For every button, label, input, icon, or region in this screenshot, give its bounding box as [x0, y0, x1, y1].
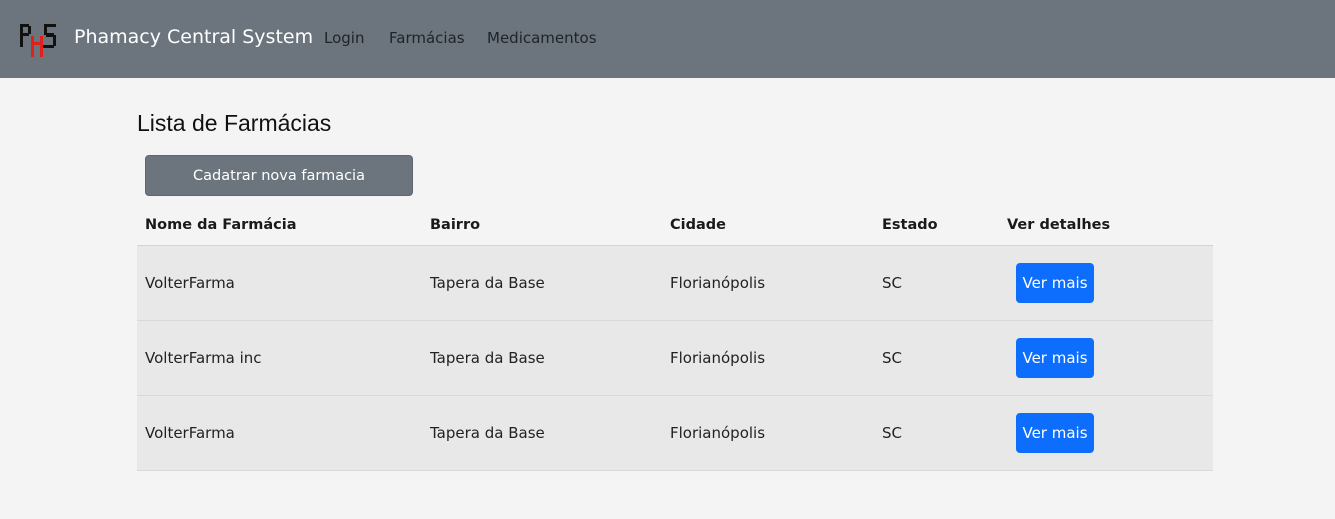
pharmacy-table: Nome da Farmácia Bairro Cidade Estado Ve… — [137, 205, 1213, 471]
phs-logo-icon[interactable] — [19, 22, 57, 58]
cell-action: Ver mais — [1016, 246, 1094, 320]
brand-title[interactable]: Phamacy Central System — [74, 26, 313, 48]
cell-nome: VolterFarma — [145, 424, 235, 442]
nav-farmacias[interactable]: Farmácias — [389, 29, 465, 47]
table-row: VolterFarma Tapera da Base Florianópolis… — [137, 396, 1213, 471]
nav-medicamentos[interactable]: Medicamentos — [487, 29, 597, 47]
cell-nome: VolterFarma — [145, 274, 235, 292]
header-bairro: Bairro — [430, 217, 481, 233]
cell-cidade: Florianópolis — [670, 274, 766, 292]
cell-estado: SC — [882, 274, 902, 292]
navbar: Phamacy Central System Login Farmácias M… — [0, 0, 1335, 78]
cell-bairro: Tapera da Base — [430, 349, 545, 367]
header-nome: Nome da Farmácia — [145, 217, 297, 233]
ver-mais-button[interactable]: Ver mais — [1016, 263, 1094, 303]
header-ver-detalhes: Ver detalhes — [1007, 217, 1111, 233]
cell-estado: SC — [882, 349, 902, 367]
cell-action: Ver mais — [1016, 396, 1094, 470]
header-estado: Estado — [882, 217, 938, 233]
page-title: Lista de Farmácias — [137, 110, 332, 136]
table-row: VolterFarma Tapera da Base Florianópolis… — [137, 246, 1213, 321]
ver-mais-button[interactable]: Ver mais — [1016, 413, 1094, 453]
ver-mais-button[interactable]: Ver mais — [1016, 338, 1094, 378]
cell-estado: SC — [882, 424, 902, 442]
cell-cidade: Florianópolis — [670, 424, 766, 442]
cell-nome: VolterFarma inc — [145, 349, 262, 367]
header-cidade: Cidade — [670, 217, 726, 233]
cell-cidade: Florianópolis — [670, 349, 766, 367]
nav-login[interactable]: Login — [324, 29, 364, 47]
table-header-row: Nome da Farmácia Bairro Cidade Estado Ve… — [137, 205, 1213, 246]
cell-bairro: Tapera da Base — [430, 274, 545, 292]
cell-bairro: Tapera da Base — [430, 424, 545, 442]
table-row: VolterFarma inc Tapera da Base Florianóp… — [137, 321, 1213, 396]
cell-action: Ver mais — [1016, 321, 1094, 395]
add-pharmacy-button[interactable]: Cadatrar nova farmacia — [145, 155, 413, 196]
